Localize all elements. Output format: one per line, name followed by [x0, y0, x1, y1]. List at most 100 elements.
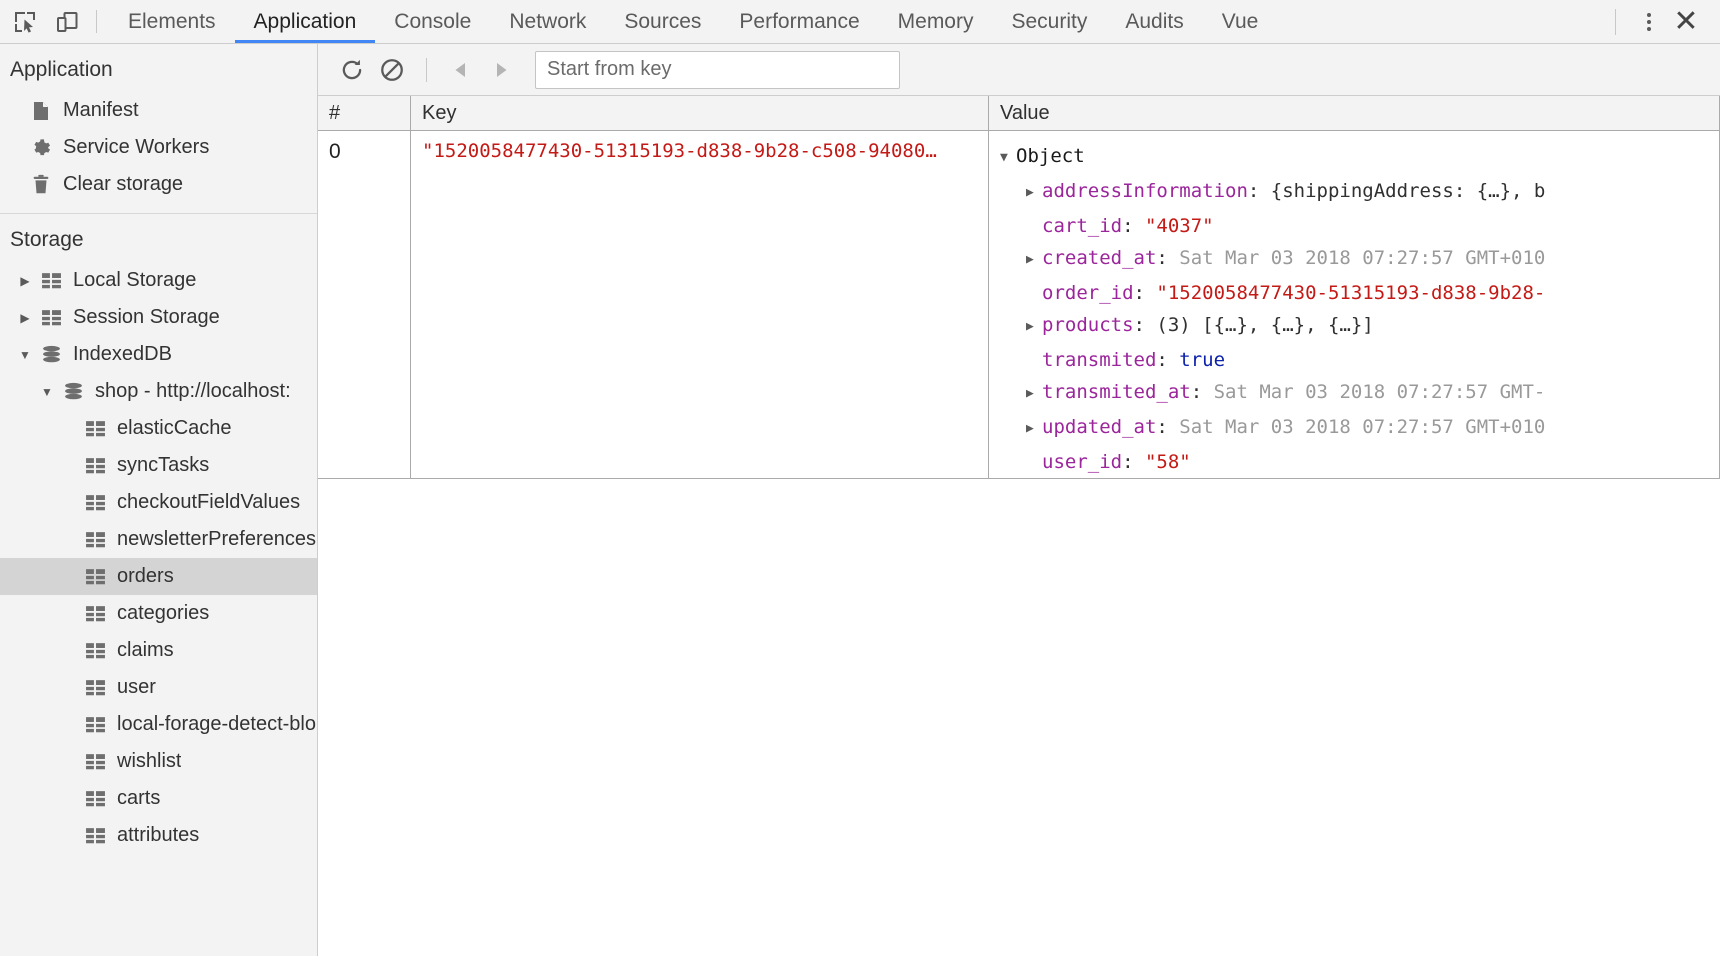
column-header-index[interactable]: # [318, 96, 411, 130]
panel-tabs: Elements Application Console Network Sou… [109, 0, 1609, 43]
tab-label: Elements [128, 9, 216, 33]
json-property-transmited[interactable]: transmited : true [1000, 344, 1719, 376]
json-root-line[interactable]: ▼ Object [1000, 140, 1719, 175]
sidebar-item-store-orders[interactable]: orders [0, 558, 317, 595]
sidebar-item-store-elasticcache[interactable]: elasticCache [0, 410, 317, 447]
clear-object-store-icon[interactable] [372, 50, 412, 90]
sidebar-item-label: newsletterPreferences [117, 528, 316, 550]
sidebar-item-label: wishlist [117, 750, 182, 772]
tab-memory[interactable]: Memory [879, 0, 993, 43]
json-separator: : [1190, 381, 1214, 403]
sidebar-item-label: claims [117, 639, 174, 661]
json-property-value: (3) [{…}, {…}, {…}] [1156, 314, 1374, 336]
sidebar-item-clear-storage[interactable]: Clear storage [0, 166, 317, 203]
json-property-addressinformation[interactable]: ▶ addressInformation : {shippingAddress:… [1000, 175, 1719, 210]
tab-elements[interactable]: Elements [109, 0, 235, 43]
cell-key: "1520058477430-51315193-d838-9b28-c508-9… [411, 131, 989, 478]
tab-label: Sources [624, 9, 702, 33]
close-icon[interactable]: ✕ [1666, 5, 1706, 39]
column-header-key[interactable]: Key [411, 96, 989, 130]
json-property-order_id[interactable]: order_id : "1520058477430-51315193-d838-… [1000, 277, 1719, 309]
sidebar-item-store-wishlist[interactable]: wishlist [0, 743, 317, 780]
sidebar-item-store-newsletterpreferences[interactable]: newsletterPreferences [0, 521, 317, 558]
sidebar-item-store-claims[interactable]: claims [0, 632, 317, 669]
column-header-value[interactable]: Value [989, 96, 1720, 130]
chevron-right-icon[interactable]: ▶ [1026, 311, 1042, 343]
json-property-cart_id[interactable]: cart_id : "4037" [1000, 210, 1719, 242]
tab-vue[interactable]: Vue [1203, 0, 1278, 43]
json-property-value: Sat Mar 03 2018 07:27:57 GMT- [1213, 381, 1546, 403]
kebab-menu-icon[interactable] [1632, 5, 1666, 39]
json-separator: : [1156, 416, 1180, 438]
json-property-transmited_at[interactable]: ▶ transmited_at : Sat Mar 03 2018 07:27:… [1000, 376, 1719, 411]
tab-performance[interactable]: Performance [720, 0, 878, 43]
sidebar-item-local-storage[interactable]: ▶ Local Storage [0, 262, 317, 299]
json-property-updated_at[interactable]: ▶ updated_at : Sat Mar 03 2018 07:27:57 … [1000, 411, 1719, 446]
json-property-name: transmited [1042, 349, 1157, 371]
toolbar-right-divider [1615, 8, 1616, 35]
sidebar-item-manifest[interactable]: Manifest [0, 92, 317, 129]
sidebar-item-session-storage[interactable]: ▶ Session Storage [0, 299, 317, 336]
chevron-down-icon[interactable]: ▼ [36, 385, 58, 399]
table-icon [80, 603, 110, 624]
tab-console[interactable]: Console [375, 0, 490, 43]
sidebar-item-store-attributes[interactable]: attributes [0, 817, 317, 854]
chevron-down-icon[interactable]: ▼ [1000, 142, 1016, 174]
sidebar-item-store-user[interactable]: user [0, 669, 317, 706]
sidebar-item-indexeddb[interactable]: ▼ IndexedDB [0, 336, 317, 373]
toggle-device-toolbar-icon[interactable] [52, 7, 82, 37]
sidebar-item-store-synctasks[interactable]: syncTasks [0, 447, 317, 484]
toolbar-divider [426, 57, 427, 82]
table-icon [80, 640, 110, 661]
chevron-right-icon[interactable]: ▶ [14, 311, 36, 325]
sidebar-item-label: Manifest [63, 99, 139, 121]
sidebar-item-service-workers[interactable]: Service Workers [0, 129, 317, 166]
tab-sources[interactable]: Sources [605, 0, 720, 43]
chevron-right-icon[interactable]: ▶ [1026, 378, 1042, 410]
table-row[interactable]: 0 "1520058477430-51315193-d838-9b28-c508… [318, 131, 1720, 479]
manifest-document-icon [26, 100, 56, 122]
json-property-name: transmited_at [1042, 381, 1191, 403]
chevron-down-icon[interactable]: ▼ [14, 348, 36, 362]
devtools-window: Elements Application Console Network Sou… [0, 0, 1720, 956]
json-property-value: true [1179, 349, 1226, 371]
json-property-user_id[interactable]: user_id : "58" [1000, 446, 1719, 478]
tab-network[interactable]: Network [490, 0, 605, 43]
sidebar-item-label: categories [117, 602, 210, 624]
table-icon [36, 307, 66, 328]
chevron-right-icon[interactable]: ▶ [1026, 244, 1042, 276]
inspect-element-icon[interactable] [10, 7, 40, 37]
sidebar-item-label: Clear storage [63, 173, 184, 195]
chevron-right-icon[interactable]: ▶ [1026, 177, 1042, 209]
toolbar-right-controls: ✕ [1609, 0, 1720, 43]
next-page-icon[interactable] [481, 50, 521, 90]
start-from-key-input[interactable] [535, 50, 900, 89]
table-icon [80, 677, 110, 698]
tab-security[interactable]: Security [992, 0, 1106, 43]
json-object-tree: ▼ Object ▶ addressInformation : {shippin… [1000, 140, 1719, 478]
json-property-products[interactable]: ▶ products : (3) [{…}, {…}, {…}] [1000, 309, 1719, 344]
tab-application[interactable]: Application [234, 0, 376, 43]
table-icon [80, 714, 110, 735]
sidebar-item-store-carts[interactable]: carts [0, 780, 317, 817]
table-icon [80, 455, 110, 476]
json-property-name: order_id [1042, 282, 1134, 304]
tab-audits[interactable]: Audits [1106, 0, 1202, 43]
table-icon [80, 492, 110, 513]
chevron-right-icon[interactable]: ▶ [14, 274, 36, 288]
sidebar-item-store-checkoutfieldvalues[interactable]: checkoutFieldValues [0, 484, 317, 521]
refresh-icon[interactable] [332, 50, 372, 90]
json-property-created_at[interactable]: ▶ created_at : Sat Mar 03 2018 07:27:57 … [1000, 242, 1719, 277]
json-separator: : [1133, 314, 1157, 336]
json-separator: : [1133, 282, 1157, 304]
sidebar-item-store-categories[interactable]: categories [0, 595, 317, 632]
sidebar-item-store-local-forage-detect-blob-support[interactable]: local-forage-detect-blob-support [0, 706, 317, 743]
sidebar-item-label: orders [117, 565, 174, 587]
sidebar-item-database-shop[interactable]: ▼ shop - http://localhost: [0, 373, 317, 410]
json-separator: : [1122, 215, 1145, 237]
json-property-value: Sat Mar 03 2018 07:27:57 GMT+010 [1179, 247, 1546, 269]
previous-page-icon[interactable] [441, 50, 481, 90]
chevron-right-icon[interactable]: ▶ [1026, 413, 1042, 445]
tab-label: Console [394, 9, 472, 33]
data-grid: # Key Value 0 "1520058477430-51315193-d8… [318, 96, 1720, 956]
